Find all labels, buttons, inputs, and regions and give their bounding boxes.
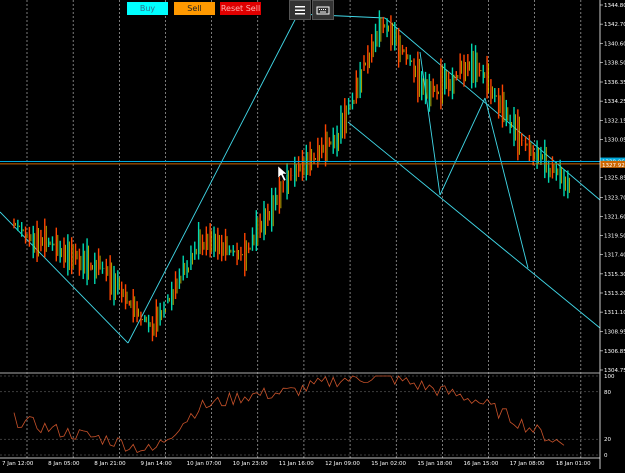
price-axis-label: 1323.70 [604, 195, 625, 201]
price-axis-label: 1330.05 [604, 137, 625, 143]
price-axis-label: 1319.50 [604, 234, 625, 240]
price-axis-label: 1334.25 [604, 99, 625, 105]
oscillator-axis-label: 100 [604, 374, 615, 380]
price-axis-label: 1321.60 [604, 214, 625, 220]
price-axis-label: 1313.20 [604, 291, 625, 297]
sell-button[interactable]: Sell [174, 2, 215, 15]
time-axis-label: 7 Jan 12:00 [2, 461, 34, 467]
oscillator-axis-label: 80 [604, 390, 611, 396]
price-chart[interactable]: 1328.061327.92 7 Jan 12:008 Jan 05:008 J… [0, 0, 625, 469]
time-axis-label: 9 Jan 14:00 [140, 461, 172, 467]
price-axis-label: 1336.35 [604, 80, 625, 86]
oscillator-axis-label: 0 [604, 453, 608, 459]
menu-button[interactable] [289, 0, 311, 20]
time-axis-label: 11 Jan 16:00 [279, 461, 314, 467]
price-axis-label: 1342.70 [604, 22, 625, 28]
time-axis-label: 18 Jan 01:00 [556, 461, 591, 467]
chart-window[interactable]: 1328.061327.92 7 Jan 12:008 Jan 05:008 J… [0, 0, 625, 469]
price-axis-label: 1344.80 [604, 3, 625, 9]
time-axis-label: 16 Jan 15:00 [464, 461, 499, 467]
time-axis-label: 10 Jan 07:00 [187, 461, 222, 467]
time-axis-label: 8 Jan 05:00 [48, 461, 80, 467]
time-axis-label: 12 Jan 09:00 [325, 461, 360, 467]
time-axis-label: 8 Jan 21:00 [94, 461, 126, 467]
time-axis-label: 15 Jan 18:00 [417, 461, 452, 467]
keyboard-icon [316, 6, 330, 15]
time-axis-label: 10 Jan 23:00 [233, 461, 268, 467]
price-axis-label: 1317.40 [604, 253, 625, 259]
reset-sell-button[interactable]: Reset Sell [220, 2, 261, 15]
price-axis-label: 1338.50 [604, 60, 625, 66]
price-axis-label: 1306.85 [604, 349, 625, 355]
time-axis-label: 17 Jan 08:00 [510, 461, 545, 467]
price-axis-label: 1315.30 [604, 272, 625, 278]
price-axis-label: 1325.85 [604, 176, 625, 182]
oscillator-axis-label: 20 [604, 437, 611, 443]
price-axis-label: 1308.95 [604, 330, 625, 336]
keyboard-button[interactable] [312, 0, 334, 20]
ask-price-tag: 1327.92 [602, 163, 625, 169]
buy-button[interactable]: Buy [127, 2, 168, 15]
hamburger-menu-icon [295, 6, 305, 15]
price-axis-label: 1311.10 [604, 310, 625, 316]
price-axis-label: 1340.60 [604, 41, 625, 47]
time-axis-label: 15 Jan 02:00 [371, 461, 406, 467]
price-axis-label: 1332.15 [604, 118, 625, 124]
